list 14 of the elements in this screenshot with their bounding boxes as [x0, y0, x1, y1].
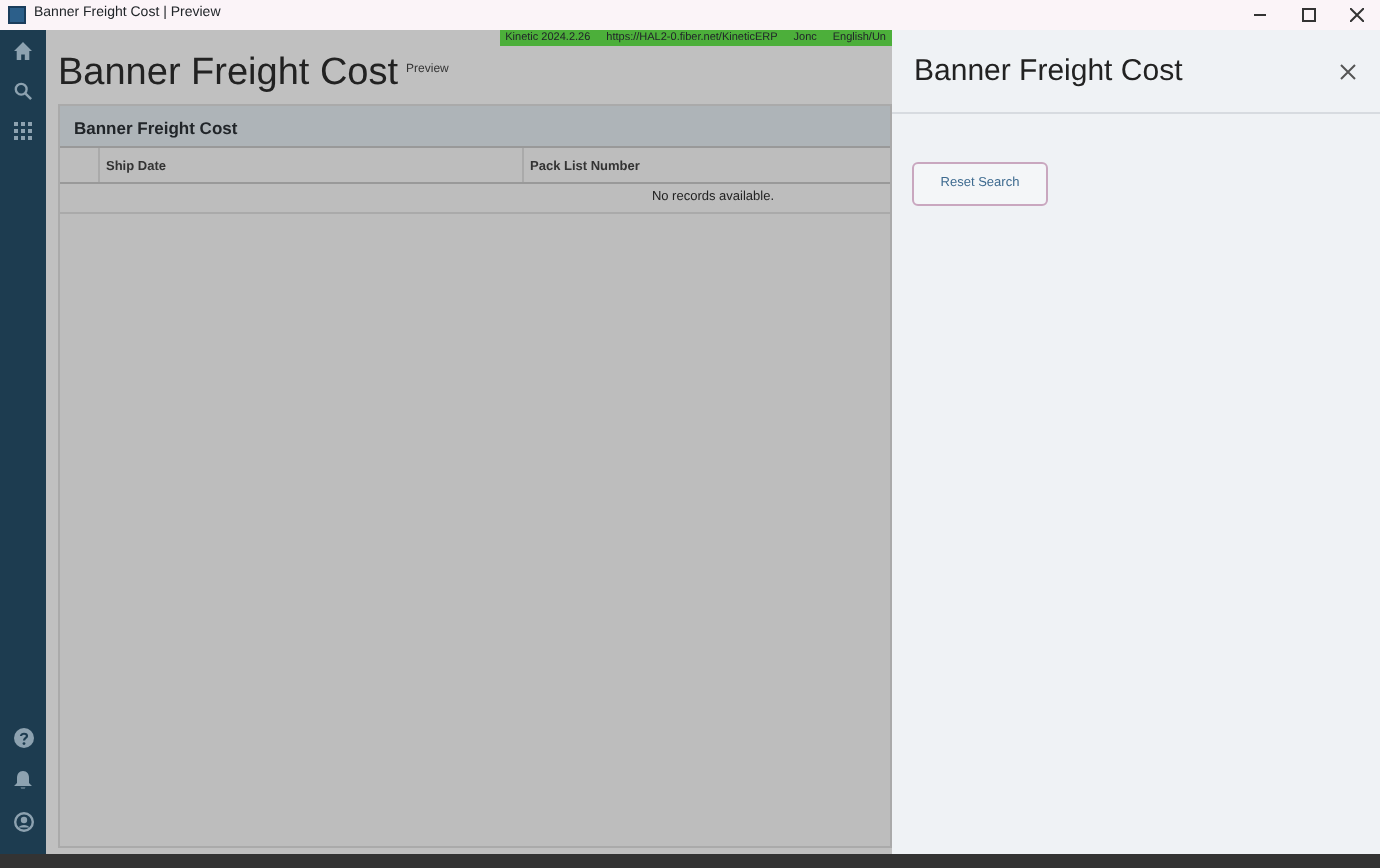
panel-title: Banner Freight Cost — [914, 52, 1183, 92]
grid-title: Banner Freight Cost — [60, 105, 890, 148]
search-icon[interactable] — [14, 82, 32, 100]
page-title: Banner Freight Cost — [58, 54, 399, 96]
bell-icon[interactable] — [14, 770, 32, 790]
help-icon[interactable] — [13, 728, 33, 748]
apps-grid-icon[interactable] — [14, 122, 32, 140]
close-icon[interactable] — [1349, 8, 1363, 22]
user-icon[interactable] — [13, 812, 33, 832]
close-icon[interactable] — [1340, 64, 1356, 81]
app-icon — [8, 6, 26, 24]
minimize-icon[interactable] — [1254, 13, 1266, 17]
maximize-icon[interactable] — [1301, 8, 1315, 22]
home-icon[interactable] — [14, 42, 32, 60]
